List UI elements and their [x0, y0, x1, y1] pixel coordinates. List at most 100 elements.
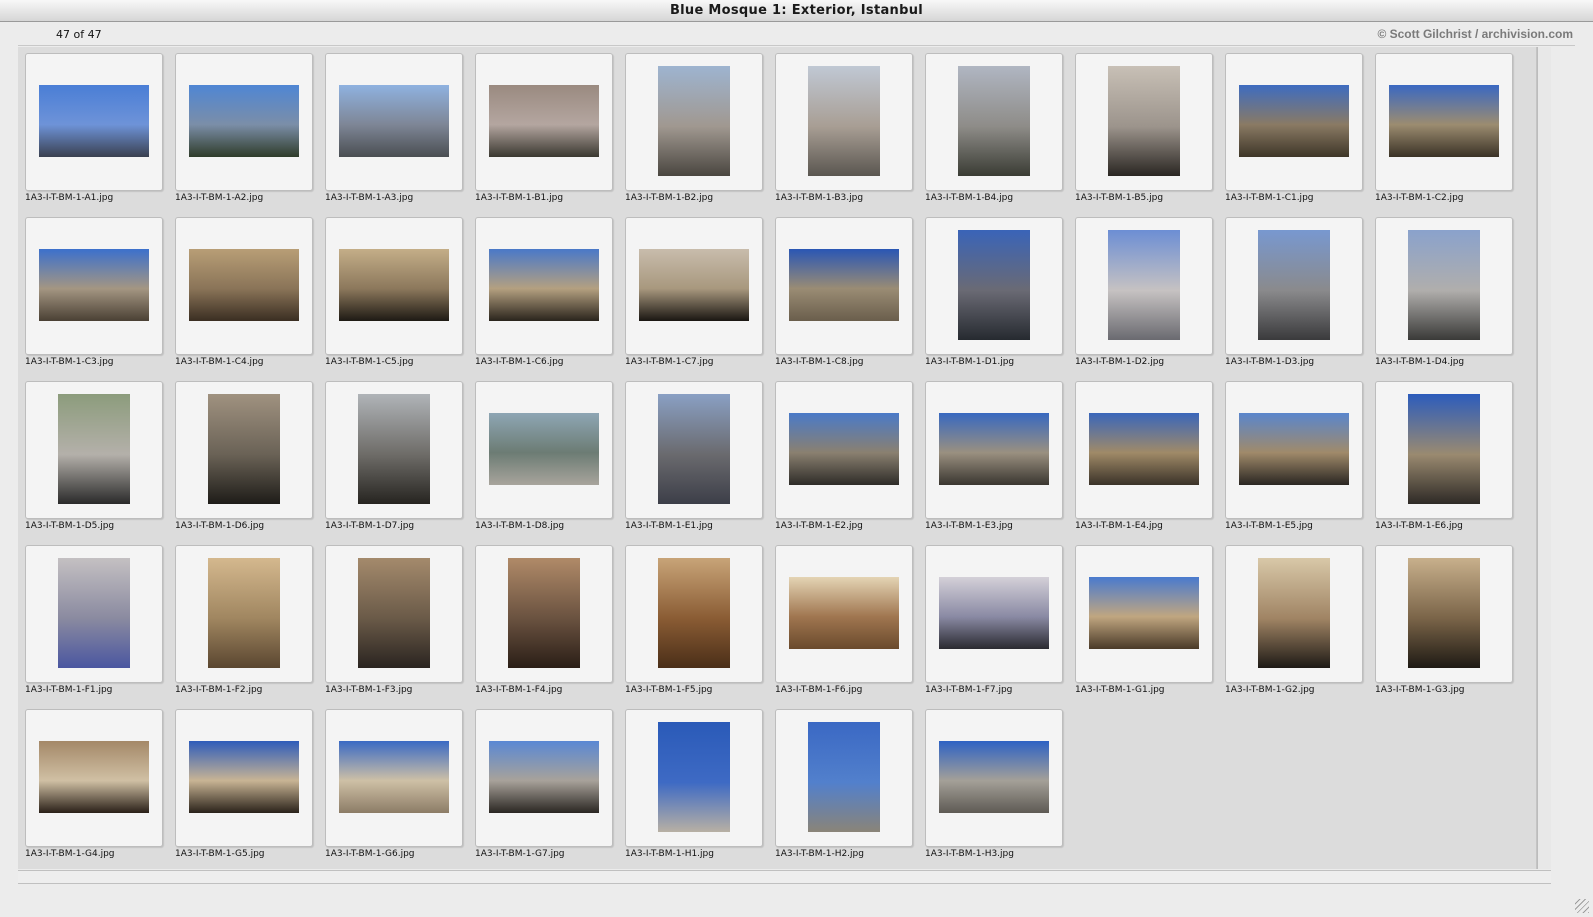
thumbnail-image[interactable]: [1089, 577, 1199, 649]
thumbnail-item[interactable]: 1A3-I-T-BM-1-G6.jpg: [325, 709, 463, 861]
slide-mount[interactable]: [175, 217, 313, 355]
thumbnail-image[interactable]: [639, 249, 749, 321]
thumbnail-image[interactable]: [1408, 558, 1480, 668]
thumbnail-item[interactable]: 1A3-I-T-BM-1-D7.jpg: [325, 381, 463, 533]
vertical-scrollbar[interactable]: [1537, 47, 1551, 869]
thumbnail-image[interactable]: [489, 85, 599, 157]
thumbnail-image[interactable]: [1239, 413, 1349, 485]
thumbnail-item[interactable]: 1A3-I-T-BM-1-F6.jpg: [775, 545, 913, 697]
slide-mount[interactable]: [925, 53, 1063, 191]
thumbnail-item[interactable]: 1A3-I-T-BM-1-D4.jpg: [1375, 217, 1513, 369]
slide-mount[interactable]: [625, 217, 763, 355]
thumbnail-item[interactable]: 1A3-I-T-BM-1-F1.jpg: [25, 545, 163, 697]
thumbnail-image[interactable]: [658, 722, 730, 832]
thumbnail-image[interactable]: [1108, 66, 1180, 176]
thumbnail-item[interactable]: 1A3-I-T-BM-1-G3.jpg: [1375, 545, 1513, 697]
thumbnail-item[interactable]: 1A3-I-T-BM-1-E3.jpg: [925, 381, 1063, 533]
thumbnail-item[interactable]: 1A3-I-T-BM-1-G4.jpg: [25, 709, 163, 861]
thumbnail-item[interactable]: 1A3-I-T-BM-1-D1.jpg: [925, 217, 1063, 369]
slide-mount[interactable]: [475, 217, 613, 355]
slide-mount[interactable]: [25, 53, 163, 191]
thumbnail-item[interactable]: 1A3-I-T-BM-1-H3.jpg: [925, 709, 1063, 861]
thumbnail-image[interactable]: [1408, 394, 1480, 504]
slide-mount[interactable]: [475, 381, 613, 519]
thumbnail-item[interactable]: 1A3-I-T-BM-1-B1.jpg: [475, 53, 613, 205]
slide-mount[interactable]: [1225, 53, 1363, 191]
thumbnail-image[interactable]: [58, 394, 130, 504]
resize-grip-icon[interactable]: [1575, 899, 1589, 913]
thumbnail-image[interactable]: [489, 249, 599, 321]
thumbnail-item[interactable]: 1A3-I-T-BM-1-F2.jpg: [175, 545, 313, 697]
slide-mount[interactable]: [325, 545, 463, 683]
slide-mount[interactable]: [175, 709, 313, 847]
thumbnail-item[interactable]: 1A3-I-T-BM-1-C2.jpg: [1375, 53, 1513, 205]
thumbnail-item[interactable]: 1A3-I-T-BM-1-E1.jpg: [625, 381, 763, 533]
slide-mount[interactable]: [325, 53, 463, 191]
slide-mount[interactable]: [1375, 217, 1513, 355]
slide-mount[interactable]: [625, 545, 763, 683]
thumbnail-image[interactable]: [808, 66, 880, 176]
thumbnail-image[interactable]: [489, 741, 599, 813]
thumbnail-item[interactable]: 1A3-I-T-BM-1-E2.jpg: [775, 381, 913, 533]
thumbnail-item[interactable]: 1A3-I-T-BM-1-C6.jpg: [475, 217, 613, 369]
thumbnail-item[interactable]: 1A3-I-T-BM-1-H2.jpg: [775, 709, 913, 861]
thumbnail-image[interactable]: [508, 558, 580, 668]
thumbnail-image[interactable]: [939, 413, 1049, 485]
slide-mount[interactable]: [325, 709, 463, 847]
thumbnail-item[interactable]: 1A3-I-T-BM-1-A3.jpg: [325, 53, 463, 205]
thumbnail-item[interactable]: 1A3-I-T-BM-1-B2.jpg: [625, 53, 763, 205]
thumbnail-item[interactable]: 1A3-I-T-BM-1-B3.jpg: [775, 53, 913, 205]
thumbnail-item[interactable]: 1A3-I-T-BM-1-C3.jpg: [25, 217, 163, 369]
thumbnail-image[interactable]: [39, 249, 149, 321]
thumbnail-image[interactable]: [1108, 230, 1180, 340]
thumbnail-image[interactable]: [789, 413, 899, 485]
thumbnail-image[interactable]: [658, 66, 730, 176]
thumbnail-item[interactable]: 1A3-I-T-BM-1-F5.jpg: [625, 545, 763, 697]
thumbnail-item[interactable]: 1A3-I-T-BM-1-H1.jpg: [625, 709, 763, 861]
thumbnail-image[interactable]: [358, 394, 430, 504]
thumbnail-item[interactable]: 1A3-I-T-BM-1-D8.jpg: [475, 381, 613, 533]
thumbnail-image[interactable]: [1408, 230, 1480, 340]
slide-mount[interactable]: [25, 545, 163, 683]
thumbnail-image[interactable]: [39, 85, 149, 157]
slide-mount[interactable]: [775, 217, 913, 355]
thumbnail-item[interactable]: 1A3-I-T-BM-1-C1.jpg: [1225, 53, 1363, 205]
horizontal-scrollbar[interactable]: [18, 870, 1551, 884]
thumbnail-image[interactable]: [939, 577, 1049, 649]
slide-mount[interactable]: [1225, 381, 1363, 519]
slide-mount[interactable]: [775, 709, 913, 847]
slide-mount[interactable]: [625, 53, 763, 191]
thumbnail-item[interactable]: 1A3-I-T-BM-1-D5.jpg: [25, 381, 163, 533]
thumbnail-item[interactable]: 1A3-I-T-BM-1-E4.jpg: [1075, 381, 1213, 533]
slide-mount[interactable]: [325, 217, 463, 355]
thumbnail-image[interactable]: [958, 66, 1030, 176]
slide-mount[interactable]: [475, 545, 613, 683]
slide-mount[interactable]: [925, 545, 1063, 683]
thumbnail-image[interactable]: [958, 230, 1030, 340]
thumbnail-item[interactable]: 1A3-I-T-BM-1-E6.jpg: [1375, 381, 1513, 533]
thumbnail-image[interactable]: [658, 394, 730, 504]
thumbnail-item[interactable]: 1A3-I-T-BM-1-B4.jpg: [925, 53, 1063, 205]
slide-mount[interactable]: [625, 381, 763, 519]
slide-mount[interactable]: [1225, 545, 1363, 683]
thumbnail-image[interactable]: [189, 85, 299, 157]
thumbnail-item[interactable]: 1A3-I-T-BM-1-A1.jpg: [25, 53, 163, 205]
thumbnail-image[interactable]: [489, 413, 599, 485]
thumbnail-image[interactable]: [339, 741, 449, 813]
slide-mount[interactable]: [1225, 217, 1363, 355]
thumbnail-item[interactable]: 1A3-I-T-BM-1-F7.jpg: [925, 545, 1063, 697]
slide-mount[interactable]: [925, 381, 1063, 519]
thumbnail-item[interactable]: 1A3-I-T-BM-1-E5.jpg: [1225, 381, 1363, 533]
thumbnail-image[interactable]: [339, 249, 449, 321]
slide-mount[interactable]: [925, 709, 1063, 847]
slide-mount[interactable]: [175, 545, 313, 683]
thumbnail-image[interactable]: [339, 85, 449, 157]
thumbnail-item[interactable]: 1A3-I-T-BM-1-D3.jpg: [1225, 217, 1363, 369]
thumbnail-item[interactable]: 1A3-I-T-BM-1-A2.jpg: [175, 53, 313, 205]
thumbnail-image[interactable]: [58, 558, 130, 668]
slide-mount[interactable]: [1375, 381, 1513, 519]
thumbnail-item[interactable]: 1A3-I-T-BM-1-G5.jpg: [175, 709, 313, 861]
slide-mount[interactable]: [1075, 381, 1213, 519]
slide-mount[interactable]: [25, 381, 163, 519]
thumbnail-item[interactable]: 1A3-I-T-BM-1-F3.jpg: [325, 545, 463, 697]
